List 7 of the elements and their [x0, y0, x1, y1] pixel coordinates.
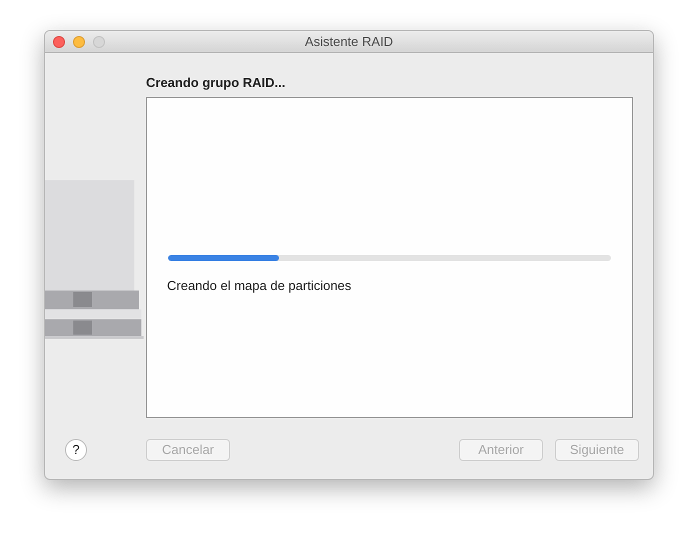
status-text: Creando el mapa de particiones [167, 277, 352, 295]
page-heading: Creando grupo RAID... [146, 74, 286, 92]
minimize-button[interactable] [73, 36, 85, 48]
close-button[interactable] [53, 36, 65, 48]
zoom-button[interactable] [93, 36, 105, 48]
help-button[interactable]: ? [65, 439, 87, 461]
window-title: Asistente RAID [304, 34, 394, 49]
